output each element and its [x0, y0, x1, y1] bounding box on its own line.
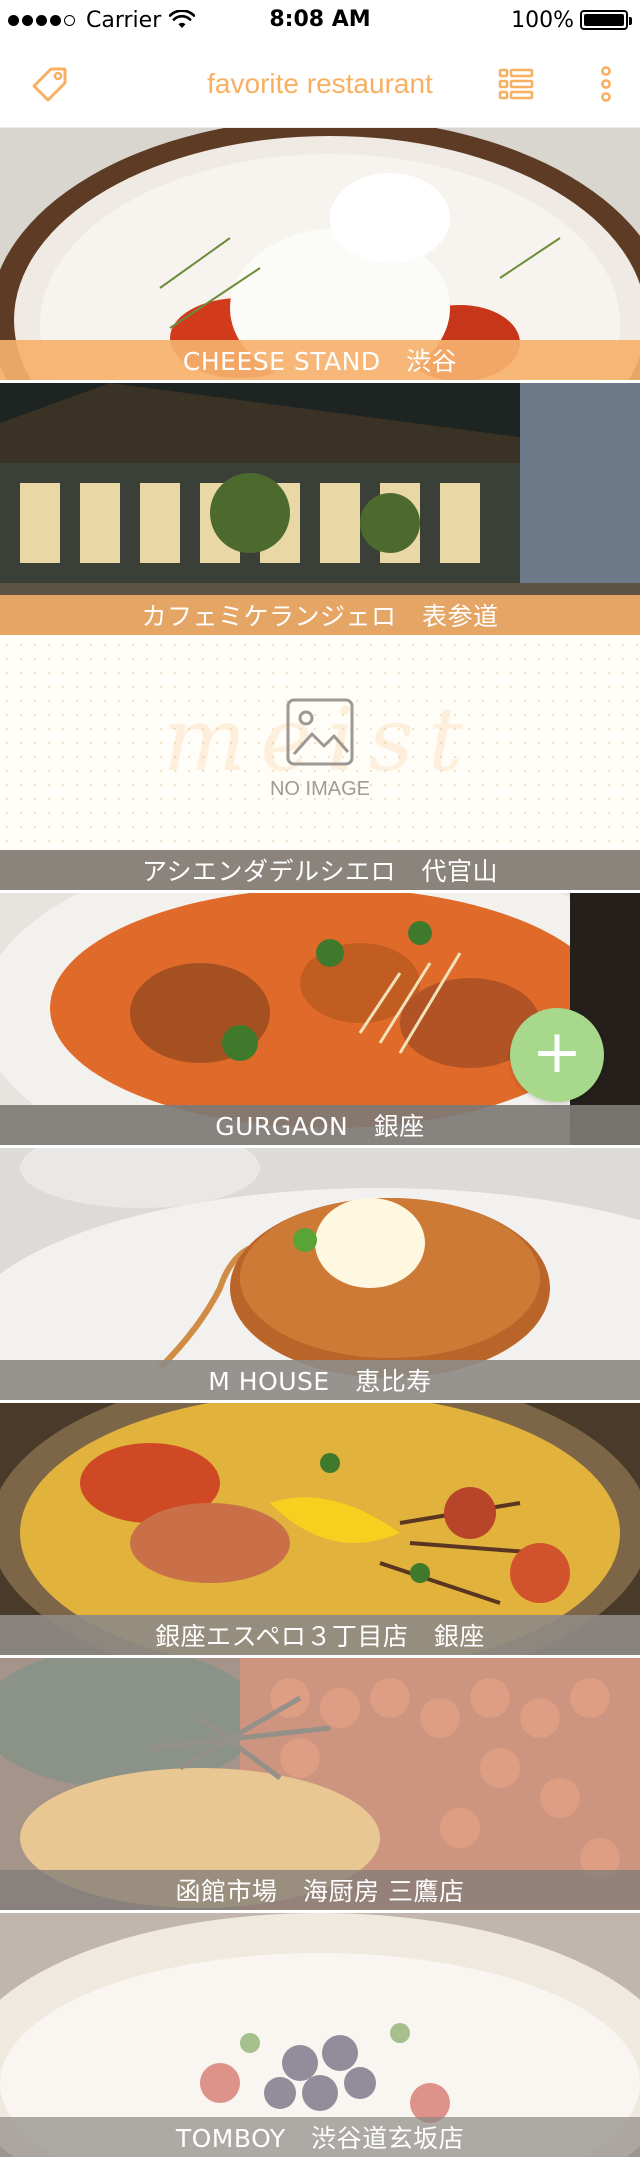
status-right: 100%: [511, 6, 632, 34]
list-icon[interactable]: [494, 62, 538, 106]
restaurant-name: アシエンダデルシエロ 代官山: [0, 850, 640, 890]
restaurant-name: M HOUSE 恵比寿: [0, 1360, 640, 1400]
status-bar: Carrier 8:08 AM 100%: [0, 0, 640, 40]
restaurant-card[interactable]: CHEESE STAND 渋谷: [0, 128, 640, 380]
restaurant-name: CHEESE STAND 渋谷: [0, 340, 640, 380]
restaurant-card[interactable]: M HOUSE 恵比寿: [0, 1148, 640, 1400]
restaurant-name: 函館市場 海厨房 三鷹店: [0, 1870, 640, 1910]
restaurant-name: 銀座エスペロ３丁目店 銀座: [0, 1615, 640, 1655]
more-vertical-icon[interactable]: [584, 62, 628, 106]
plus-icon: +: [531, 1017, 583, 1087]
image-placeholder-icon: [286, 698, 354, 766]
restaurant-card[interactable]: meist NO IMAGE アシエンダデルシエロ 代官山: [0, 638, 640, 890]
restaurant-name: GURGAON 銀座: [0, 1105, 640, 1145]
restaurant-name: カフェミケランジェロ 表参道: [0, 595, 640, 635]
no-image-label: NO IMAGE: [269, 778, 370, 800]
page-title: favorite restaurant: [207, 68, 433, 99]
restaurant-card[interactable]: 函館市場 海厨房 三鷹店: [0, 1658, 640, 1910]
add-restaurant-button[interactable]: +: [510, 1008, 604, 1102]
battery-percentage: 100%: [511, 7, 574, 33]
restaurant-card[interactable]: 銀座エスペロ３丁目店 銀座: [0, 1403, 640, 1655]
restaurant-card[interactable]: TOMBOY 渋谷道玄坂店: [0, 1913, 640, 2157]
restaurant-card[interactable]: カフェミケランジェロ 表参道: [0, 383, 640, 635]
navigation-bar: favorite restaurant: [0, 40, 640, 128]
restaurant-name: TOMBOY 渋谷道玄坂店: [0, 2117, 640, 2157]
battery-icon: [580, 10, 632, 30]
